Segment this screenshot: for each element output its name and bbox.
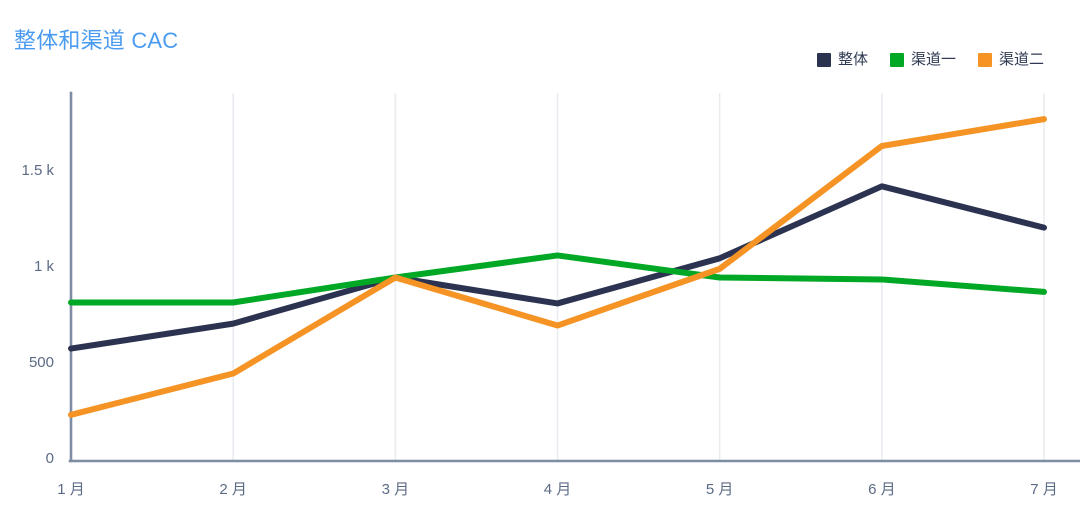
y-tick-labels: 1.5 k 1 k 500 0 [21,162,54,467]
x-tick-label: 6 月 [868,481,896,498]
x-tick-label: 5 月 [706,481,734,498]
chart-container: 整体和渠道 CAC 整体 渠道一 渠道二 1.5 k1 k 500 0 1 月2 月… [0,0,1080,532]
y-tick-label: 500 [29,354,54,371]
plot-area: 1.5 k 1 k 500 0 1 月 2 月 3 月 4 月 5 月 6 月 7 月 [21,91,1080,498]
x-tick-label: 7 月 [1030,481,1058,498]
y-tick-label: 1.5 k [21,162,54,179]
y-tick-label: 0 [46,450,54,467]
y-tick-label: 1 k [34,258,55,275]
x-tick-labels: 1 月 2 月 3 月 4 月 5 月 6 月 7 月 [57,481,1058,498]
x-tick-label: 2 月 [219,481,247,498]
x-tick-label: 4 月 [544,481,572,498]
gridlines [232,93,1045,460]
x-tick-label: 3 月 [382,481,410,498]
x-tick-label: 1 月 [57,481,85,498]
axis-lines [68,91,1080,463]
